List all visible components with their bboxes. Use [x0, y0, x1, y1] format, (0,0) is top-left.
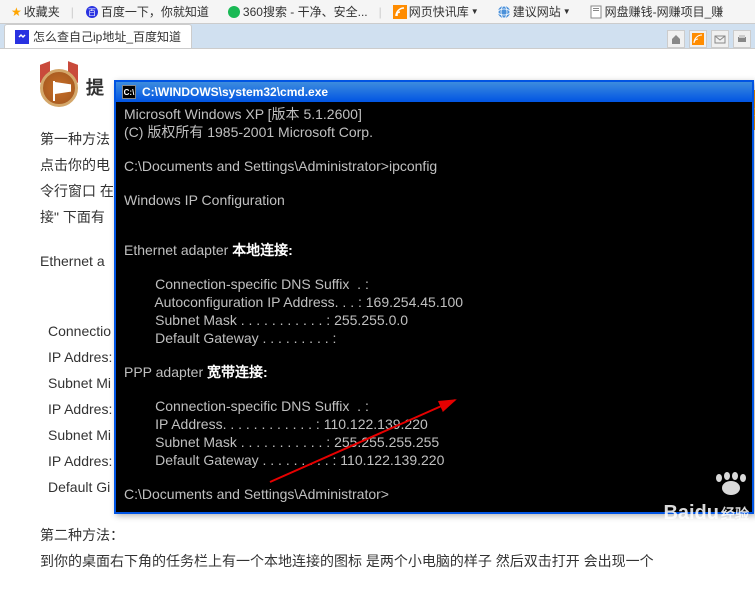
paragraph: 到你的桌面右下角的任务栏上有一个本地连接的图标 是两个小电脑的样子 然后双击打开…	[40, 549, 715, 573]
svg-text:百: 百	[88, 8, 96, 17]
bookmark-money[interactable]: 网盘赚钱-网赚项目_赚	[582, 0, 731, 23]
bookmark-baidu[interactable]: 百百度一下，你就知道	[78, 0, 216, 23]
feed-button[interactable]	[689, 30, 707, 48]
bookmark-suggest[interactable]: 建议网站▼	[490, 0, 578, 23]
dropdown-icon: ▼	[471, 7, 479, 16]
cmd-output: Microsoft Windows XP [版本 5.1.2600] (C) 版…	[116, 102, 752, 512]
print-button[interactable]	[733, 30, 751, 48]
mail-button[interactable]	[711, 30, 729, 48]
paragraph: 第二种方法：	[40, 523, 715, 547]
cmd-titlebar[interactable]: C:\ C:\WINDOWS\system32\cmd.exe	[116, 80, 752, 102]
browser-tab[interactable]: 怎么查自己ip地址_百度知道	[4, 24, 192, 48]
cmd-window[interactable]: C:\ C:\WINDOWS\system32\cmd.exe Microsof…	[114, 80, 754, 514]
tab-favicon	[15, 30, 29, 44]
bookmarks-bar: ★收藏夹 | 百百度一下，你就知道 360搜索 - 干净、安全... | 网页快…	[0, 0, 755, 24]
bookmark-feed[interactable]: 网页快讯库▼	[386, 0, 486, 23]
feed-icon	[393, 5, 407, 19]
favorites-button[interactable]: ★收藏夹	[4, 0, 67, 23]
home-button[interactable]	[667, 30, 685, 48]
answer-label: 提	[86, 76, 104, 100]
page-icon	[589, 5, 603, 19]
bookmark-360[interactable]: 360搜索 - 干净、安全...	[220, 0, 375, 23]
360-icon	[227, 5, 241, 19]
dropdown-icon: ▼	[563, 7, 571, 16]
answer-badge-icon	[40, 69, 78, 107]
globe-icon	[497, 5, 511, 19]
cmd-icon: C:\	[122, 85, 136, 99]
baidu-icon: 百	[85, 5, 99, 19]
tab-bar: 怎么查自己ip地址_百度知道	[0, 24, 755, 48]
browser-chrome: ★收藏夹 | 百百度一下，你就知道 360搜索 - 干净、安全... | 网页快…	[0, 0, 755, 49]
star-icon: ★	[11, 5, 22, 19]
tab-controls	[667, 30, 751, 48]
tab-title: 怎么查自己ip地址_百度知道	[33, 28, 181, 45]
cmd-title-text: C:\WINDOWS\system32\cmd.exe	[142, 85, 328, 99]
